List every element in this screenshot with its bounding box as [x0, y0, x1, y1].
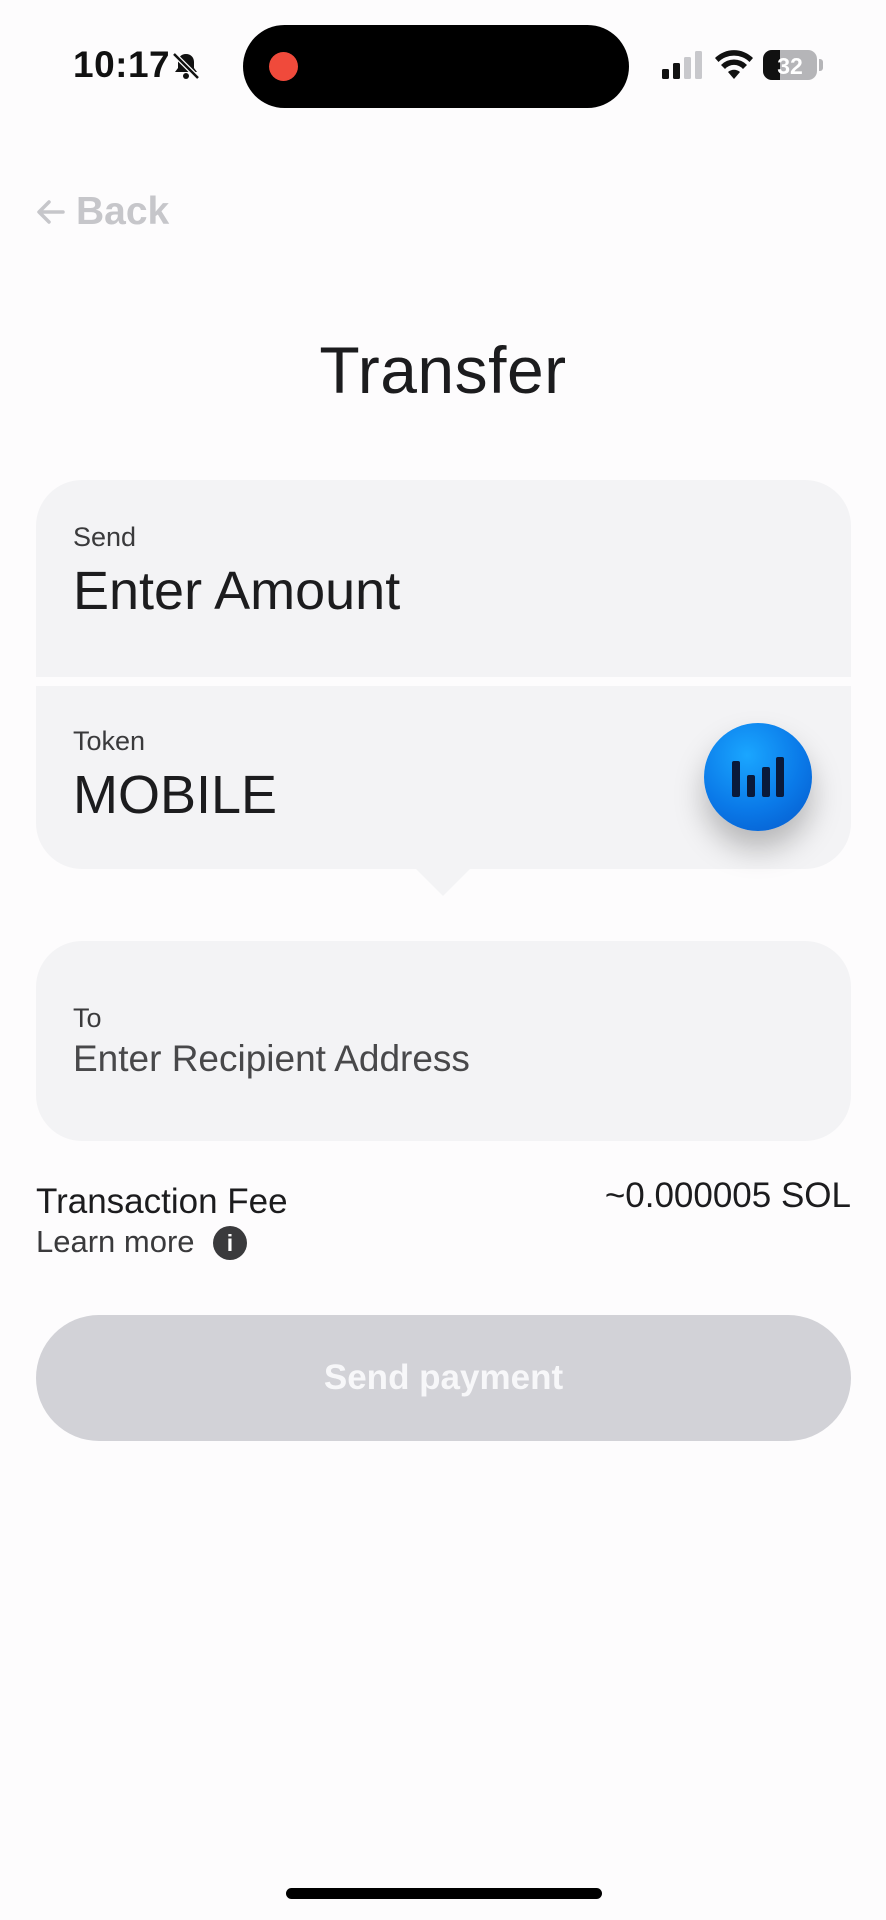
arrow-left-icon [37, 200, 65, 224]
transfer-screen: 10:17 32 Back Transfer Send Enter Amount [0, 0, 886, 1920]
battery-percent: 32 [777, 53, 803, 79]
back-label: Back [76, 190, 170, 233]
token-value: MOBILE [73, 765, 278, 825]
status-time: 10:17 [73, 44, 171, 85]
info-icon[interactable]: i [213, 1226, 247, 1260]
cellular-signal-icon [662, 51, 702, 79]
wifi-icon [715, 50, 753, 79]
amount-input[interactable]: Enter Amount [73, 560, 400, 622]
token-label: Token [73, 726, 146, 756]
battery-nub [819, 59, 823, 71]
battery-icon: 32 [763, 50, 817, 80]
mobile-token-icon[interactable] [704, 723, 812, 831]
send-amount-field[interactable]: Send Enter Amount [36, 480, 851, 677]
to-label: To [73, 1003, 102, 1033]
transaction-fee-value: ~0.000005 SOL [604, 1176, 851, 1215]
send-payment-button[interactable]: Send payment [36, 1315, 851, 1441]
dynamic-island [243, 25, 629, 108]
bell-slash-icon [172, 52, 200, 80]
transaction-fee-label: Transaction Fee [36, 1182, 288, 1221]
learn-more-link[interactable]: Learn more [36, 1224, 195, 1260]
signal-bars-icon [732, 757, 784, 797]
back-button[interactable]: Back [36, 190, 169, 234]
send-label: Send [73, 522, 137, 552]
card-pointer [415, 868, 471, 896]
recipient-field[interactable]: To Enter Recipient Address [36, 941, 851, 1141]
page-title: Transfer [319, 333, 567, 407]
home-indicator[interactable] [286, 1888, 602, 1899]
recipient-address-input[interactable]: Enter Recipient Address [73, 1038, 470, 1080]
recording-indicator [269, 52, 298, 81]
token-selector[interactable]: Token MOBILE [36, 686, 851, 869]
